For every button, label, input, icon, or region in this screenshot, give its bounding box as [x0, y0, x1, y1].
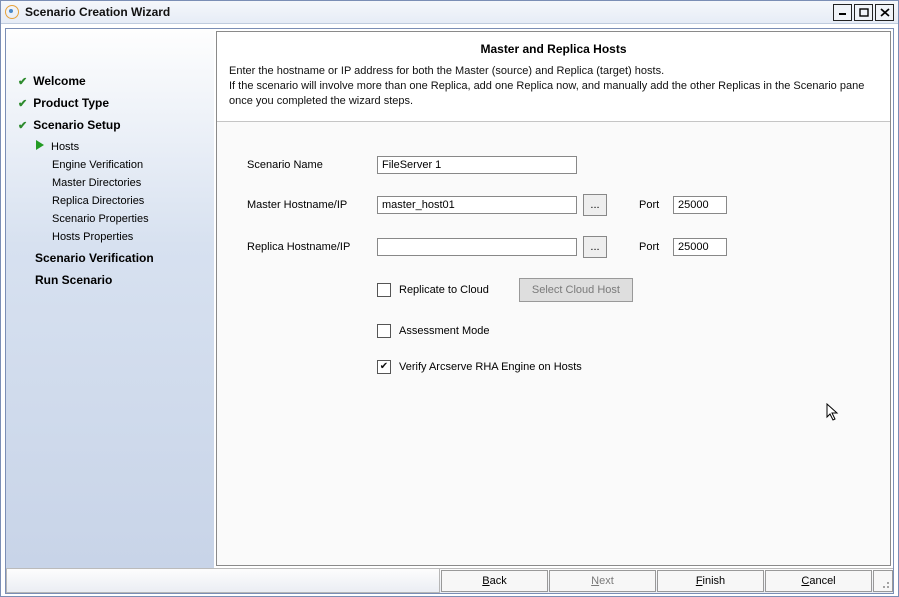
row-scenario-name: Scenario Name	[247, 156, 860, 174]
checkbox-verify-engine[interactable]: ✔	[377, 360, 391, 374]
checkbox-replicate-cloud[interactable]	[377, 283, 391, 297]
finish-button[interactable]: Finish	[657, 570, 764, 592]
footer-spacer	[6, 569, 440, 593]
check-icon: ✔	[18, 97, 27, 110]
label-replicate-cloud: Replicate to Cloud	[399, 284, 489, 296]
browse-replica-button[interactable]: ...	[583, 236, 607, 258]
input-replica-port[interactable]	[673, 238, 727, 256]
content-pane: Master and Replica Hosts Enter the hostn…	[216, 31, 891, 566]
row-replica-host: Replica Hostname/IP ... Port	[247, 236, 860, 258]
app-icon	[5, 5, 19, 19]
nav-engine-verification[interactable]: Engine Verification	[52, 159, 204, 171]
window-root: Scenario Creation Wizard ✔ Welcome ✔ Produ…	[0, 0, 899, 597]
nav-label: Run Scenario	[35, 273, 112, 287]
label-master-host: Master Hostname/IP	[247, 199, 377, 211]
checkbox-assessment-mode[interactable]	[377, 324, 391, 338]
label-master-port: Port	[639, 199, 673, 211]
input-master-host[interactable]	[377, 196, 577, 214]
input-master-port[interactable]	[673, 196, 727, 214]
nav-label: Master Directories	[52, 177, 141, 189]
next-button[interactable]: Next	[549, 570, 656, 592]
row-replicate-cloud: Replicate to Cloud Select Cloud Host	[377, 278, 860, 302]
back-button[interactable]: Back	[441, 570, 548, 592]
close-button[interactable]	[875, 4, 894, 21]
nav-scenario-properties[interactable]: Scenario Properties	[52, 213, 204, 225]
inner-frame: ✔ Welcome ✔ Product Type ✔ Scenario Setup H…	[5, 28, 894, 594]
maximize-button[interactable]	[854, 4, 873, 21]
form-area: Scenario Name Master Hostname/IP ... Por…	[217, 122, 890, 565]
step-desc-2: If the scenario will involve more than o…	[229, 79, 878, 109]
label-replica-host: Replica Hostname/IP	[247, 241, 377, 253]
label-scenario-name: Scenario Name	[247, 159, 377, 171]
input-scenario-name[interactable]	[377, 156, 577, 174]
nav-label: Engine Verification	[52, 159, 143, 171]
nav-label: Welcome	[33, 74, 85, 88]
hotkey: N	[591, 575, 599, 587]
nav-scenario-verification[interactable]: Scenario Verification	[18, 251, 204, 265]
step-title: Master and Replica Hosts	[229, 42, 878, 56]
nav-hosts[interactable]: Hosts	[36, 140, 204, 153]
nav-label: Replica Directories	[52, 195, 144, 207]
btn-text: ack	[490, 575, 507, 587]
row-master-host: Master Hostname/IP ... Port	[247, 194, 860, 216]
cancel-button[interactable]: Cancel	[765, 570, 872, 592]
nav-label: Hosts Properties	[52, 231, 133, 243]
row-assessment-mode: Assessment Mode	[377, 324, 860, 338]
main-area: ✔ Welcome ✔ Product Type ✔ Scenario Setup H…	[6, 29, 893, 568]
nav-run-scenario[interactable]: Run Scenario	[18, 273, 204, 287]
resize-grip[interactable]	[873, 570, 893, 592]
select-cloud-host-button[interactable]: Select Cloud Host	[519, 278, 633, 302]
nav-scenario-setup[interactable]: ✔ Scenario Setup	[14, 118, 204, 132]
nav-hosts-properties[interactable]: Hosts Properties	[52, 231, 204, 243]
nav-label: Hosts	[51, 141, 79, 153]
step-desc-1: Enter the hostname or IP address for bot…	[229, 64, 878, 79]
wizard-sidebar: ✔ Welcome ✔ Product Type ✔ Scenario Setup H…	[6, 29, 214, 568]
nav-label: Scenario Properties	[52, 213, 149, 225]
window-title: Scenario Creation Wizard	[25, 5, 833, 19]
nav-label: Scenario Setup	[33, 118, 120, 132]
nav-master-directories[interactable]: Master Directories	[52, 177, 204, 189]
nav-label: Product Type	[33, 96, 109, 110]
label-assessment-mode: Assessment Mode	[399, 325, 489, 337]
hotkey: F	[696, 575, 703, 587]
browse-master-button[interactable]: ...	[583, 194, 607, 216]
check-icon: ✔	[18, 119, 27, 132]
step-header: Master and Replica Hosts Enter the hostn…	[217, 32, 890, 122]
nav-label: Scenario Verification	[35, 251, 154, 265]
label-verify-engine: Verify Arcserve RHA Engine on Hosts	[399, 361, 582, 373]
footer-bar: Back Next Finish Cancel	[6, 568, 893, 593]
check-icon: ✔	[18, 75, 27, 88]
btn-text: ancel	[809, 575, 835, 587]
row-verify-engine: ✔ Verify Arcserve RHA Engine on Hosts	[377, 360, 860, 374]
minimize-button[interactable]	[833, 4, 852, 21]
btn-text: inish	[703, 575, 726, 587]
label-replica-port: Port	[639, 241, 673, 253]
input-replica-host[interactable]	[377, 238, 577, 256]
btn-text: ext	[599, 575, 614, 587]
nav-replica-directories[interactable]: Replica Directories	[52, 195, 204, 207]
nav-welcome[interactable]: ✔ Welcome	[14, 74, 204, 88]
triangle-icon	[36, 140, 44, 153]
nav-product-type[interactable]: ✔ Product Type	[14, 96, 204, 110]
titlebar[interactable]: Scenario Creation Wizard	[1, 1, 898, 24]
hotkey: B	[482, 575, 489, 587]
